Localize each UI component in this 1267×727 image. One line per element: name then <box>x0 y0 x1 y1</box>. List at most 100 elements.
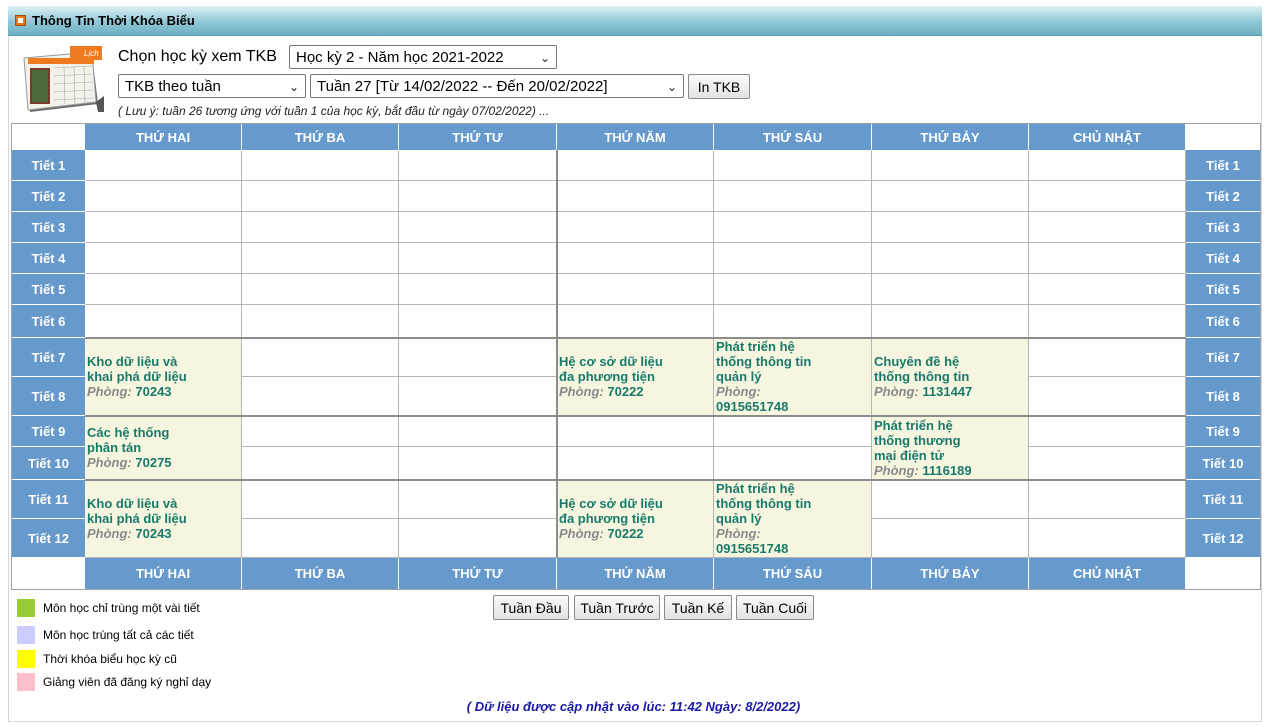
timetable-cell[interactable] <box>1029 181 1186 212</box>
timetable-cell[interactable] <box>557 181 714 212</box>
timetable-cell[interactable] <box>1029 447 1186 480</box>
course-block[interactable]: Hệ cơ sở dữ liệu đa phương tiện Phòng: 702… <box>557 338 714 416</box>
timetable-cell[interactable] <box>85 243 242 274</box>
timetable-cell[interactable] <box>242 416 399 447</box>
timetable-cell[interactable] <box>242 212 399 243</box>
timetable-cell[interactable] <box>242 274 399 305</box>
timetable-cell[interactable] <box>1029 212 1186 243</box>
timetable-cell[interactable] <box>557 212 714 243</box>
timetable-cell[interactable] <box>242 150 399 181</box>
semester-select-value: Học kỳ 2 - Năm học 2021-2022 <box>296 48 504 66</box>
timetable-cell[interactable] <box>872 212 1029 243</box>
timetable-cell[interactable] <box>1029 416 1186 447</box>
timetable-cell[interactable] <box>557 150 714 181</box>
timetable-cell[interactable] <box>1029 243 1186 274</box>
timetable-cell[interactable] <box>714 305 872 338</box>
timetable-cell[interactable] <box>557 305 714 338</box>
course-block[interactable]: Kho dữ liệu và khai phá dữ liệu Phòng: 702… <box>85 480 242 558</box>
room-label: Phòng: <box>559 384 604 399</box>
timetable-cell[interactable] <box>399 305 557 338</box>
timetable-cell[interactable] <box>399 338 557 377</box>
timetable-cell[interactable] <box>872 519 1029 558</box>
course-name-line: thống thông tin <box>716 354 812 369</box>
timetable-cell[interactable] <box>872 274 1029 305</box>
print-schedule-button[interactable]: In TKB <box>688 74 750 99</box>
previous-week-button[interactable]: Tuần Trước <box>574 595 660 620</box>
timetable-cell[interactable] <box>714 416 872 447</box>
timetable-cell[interactable] <box>714 212 872 243</box>
timetable-cell[interactable] <box>399 377 557 416</box>
timetable-cell[interactable] <box>85 305 242 338</box>
room-label: Phòng: <box>874 384 919 399</box>
timetable-cell[interactable] <box>399 243 557 274</box>
course-block[interactable]: Phát triển hệ thống thông tin quản lý Phòng… <box>714 480 872 558</box>
timetable-cell[interactable] <box>1029 377 1186 416</box>
timetable-cell[interactable] <box>242 377 399 416</box>
view-mode-select[interactable]: TKB theo tuần ⌄ <box>118 74 306 98</box>
timetable-cell[interactable] <box>85 150 242 181</box>
timetable-cell[interactable] <box>714 274 872 305</box>
timetable-cell[interactable] <box>1029 150 1186 181</box>
course-block[interactable]: Phát triển hệ thống thương mại điện tử Phòn… <box>872 416 1029 480</box>
timetable-cell[interactable] <box>399 447 557 480</box>
timetable-cell[interactable] <box>242 519 399 558</box>
timetable-cell[interactable] <box>399 416 557 447</box>
next-week-button[interactable]: Tuần Kế <box>664 595 732 620</box>
course-block[interactable]: Các hệ thống phân tán Phòng: 70275 <box>85 416 242 480</box>
timetable-cell[interactable] <box>557 274 714 305</box>
timetable-cell[interactable] <box>872 305 1029 338</box>
timetable-cell[interactable] <box>1029 274 1186 305</box>
legend-swatch <box>17 673 35 691</box>
timetable-cell[interactable] <box>399 519 557 558</box>
course-name-line: Phát triển hệ <box>716 481 795 496</box>
timetable-cell[interactable] <box>242 447 399 480</box>
course-block[interactable]: Chuyên đề hệ thống thông tin Phòng: 113144… <box>872 338 1029 416</box>
room-number: 70222 <box>607 526 644 541</box>
timetable-cell[interactable] <box>242 181 399 212</box>
timetable-cell[interactable] <box>399 150 557 181</box>
course-block[interactable]: Phát triển hệ thống thông tin quản lý Phòng… <box>714 338 872 416</box>
week-select[interactable]: Tuần 27 [Từ 14/02/2022 -- Đến 20/02/2022… <box>310 74 684 98</box>
timetable-cell[interactable] <box>399 181 557 212</box>
timetable-cell[interactable] <box>714 447 872 480</box>
timetable-cell[interactable] <box>242 305 399 338</box>
room-number: 70243 <box>135 384 172 399</box>
timetable-cell[interactable] <box>1029 305 1186 338</box>
course-block[interactable]: Kho dữ liệu và khai phá dữ liệu Phòng: 702… <box>85 338 242 416</box>
timetable-cell[interactable] <box>85 212 242 243</box>
day-header-top: THỨ NĂM <box>557 124 714 150</box>
course-room: Phòng: 1131447 <box>874 384 1028 399</box>
frame-right-border <box>1261 36 1262 722</box>
timetable-cell[interactable] <box>557 447 714 480</box>
day-header-bottom: THỨ HAI <box>85 558 242 589</box>
timetable-cell[interactable] <box>1029 338 1186 377</box>
period-label-left: Tiết 12 <box>12 519 85 558</box>
course-name-line: quản lý <box>716 369 762 384</box>
timetable-cell[interactable] <box>242 480 399 519</box>
timetable-cell[interactable] <box>85 274 242 305</box>
timetable-cell[interactable] <box>872 480 1029 519</box>
timetable-cell[interactable] <box>872 181 1029 212</box>
timetable-cell[interactable] <box>714 150 872 181</box>
timetable-cell[interactable] <box>399 480 557 519</box>
timetable-cell[interactable] <box>1029 519 1186 558</box>
course-block[interactable]: Hệ cơ sở dữ liệu đa phương tiện Phòng: 702… <box>557 480 714 558</box>
timetable-cell[interactable] <box>872 243 1029 274</box>
timetable-cell[interactable] <box>242 243 399 274</box>
last-week-button[interactable]: Tuần Cuối <box>736 595 814 620</box>
timetable-cell[interactable] <box>242 338 399 377</box>
timetable-cell[interactable] <box>872 150 1029 181</box>
timetable-cell[interactable] <box>557 243 714 274</box>
timetable-grid: THỨ HAI THỨ HAI THỨ BA THỨ BA THỨ TƯ THỨ TƯ TH… <box>11 123 1261 590</box>
timetable-cell[interactable] <box>399 274 557 305</box>
chevron-down-icon: ⌄ <box>539 51 550 65</box>
timetable-cell[interactable] <box>85 181 242 212</box>
timetable-cell[interactable] <box>399 212 557 243</box>
room-number: 1116189 <box>922 462 972 478</box>
timetable-cell[interactable] <box>714 243 872 274</box>
timetable-cell[interactable] <box>557 416 714 447</box>
timetable-cell[interactable] <box>1029 480 1186 519</box>
first-week-button[interactable]: Tuần Đầu <box>493 595 569 620</box>
semester-select[interactable]: Học kỳ 2 - Năm học 2021-2022 ⌄ <box>289 45 557 69</box>
timetable-cell[interactable] <box>714 181 872 212</box>
